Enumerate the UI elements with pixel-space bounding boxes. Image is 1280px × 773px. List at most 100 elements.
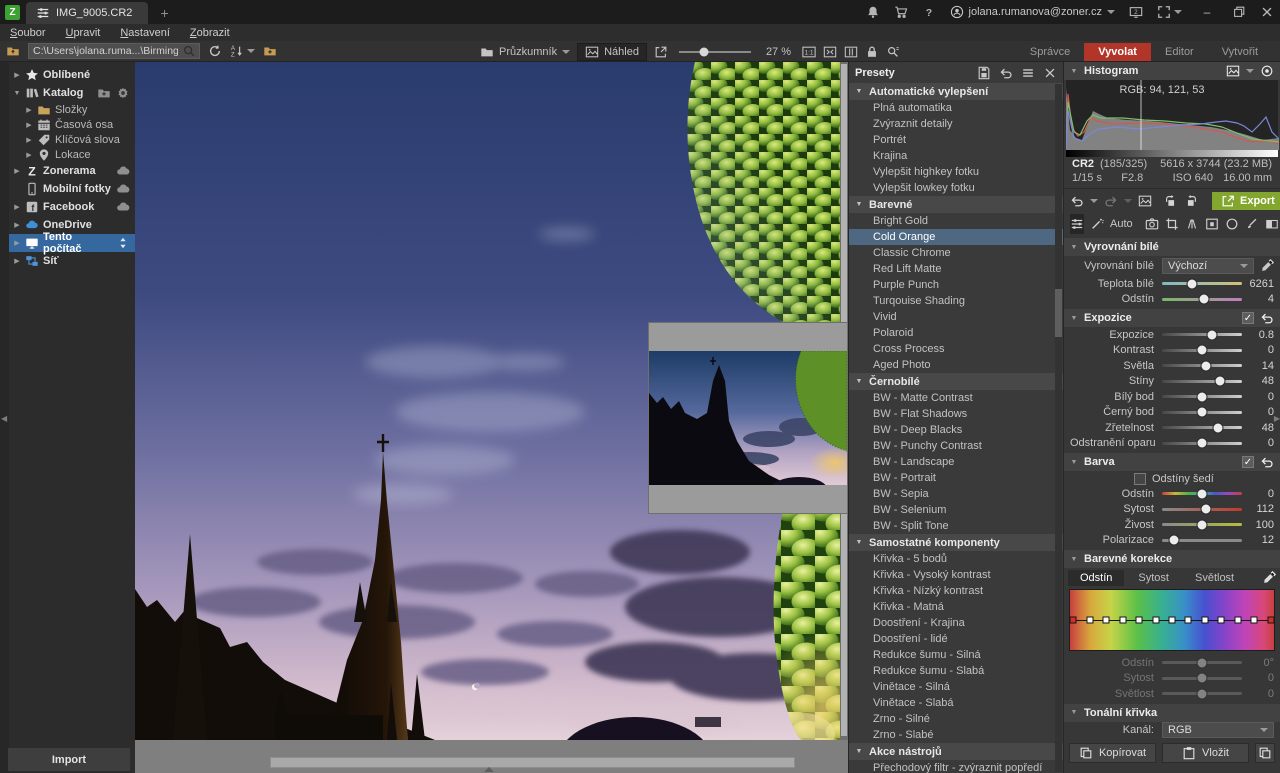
- cart-icon[interactable]: [894, 5, 908, 19]
- tool-radial-filter-icon[interactable]: [1225, 214, 1239, 234]
- redo-icon[interactable]: [1104, 194, 1118, 208]
- preset-item[interactable]: Zvýraznit detaily: [849, 116, 1063, 132]
- slider-thumb[interactable]: [1214, 376, 1225, 387]
- zoom-slider-thumb[interactable]: [700, 48, 709, 57]
- slider-thumb[interactable]: [1197, 407, 1208, 418]
- exposure-slider-track[interactable]: [1162, 380, 1242, 383]
- hue-handle[interactable]: [1185, 617, 1192, 624]
- hue-handle[interactable]: [1169, 617, 1176, 624]
- preset-section-header[interactable]: ▼Barevné: [849, 196, 1063, 213]
- exposure-header[interactable]: ▼ Expozice ✓: [1064, 309, 1280, 327]
- preset-item[interactable]: Vinětace - Slabá: [849, 695, 1063, 711]
- tool-basic-adjustments[interactable]: [1070, 214, 1084, 234]
- sidebar-item-mobilni-fotky[interactable]: Mobilní fotky: [9, 180, 135, 198]
- undo-icon[interactable]: [999, 66, 1013, 80]
- histogram-display-icon[interactable]: [1226, 64, 1240, 78]
- preset-item[interactable]: Křivka - Matná: [849, 599, 1063, 615]
- sidebar-item-katalog[interactable]: ▼Katalog: [9, 84, 135, 102]
- paste-settings-button[interactable]: Vložit: [1162, 743, 1249, 763]
- preset-section-header[interactable]: ▼Černobílé: [849, 373, 1063, 390]
- preset-item[interactable]: Aged Photo: [849, 357, 1063, 373]
- minimize-button[interactable]: –: [1196, 5, 1218, 19]
- path-input[interactable]: [29, 45, 182, 57]
- preset-item[interactable]: Krajina: [849, 148, 1063, 164]
- module-vyvolat[interactable]: Vyvolat: [1084, 43, 1151, 61]
- color-slider-track[interactable]: [1162, 492, 1242, 495]
- slider-thumb[interactable]: [1197, 657, 1208, 668]
- reset-icon[interactable]: [1260, 311, 1274, 325]
- module-správce[interactable]: Správce: [1016, 43, 1084, 61]
- filmstrip-expand-icon[interactable]: [484, 767, 494, 772]
- color-slider-track[interactable]: [1162, 508, 1242, 511]
- preset-item[interactable]: BW - Matte Contrast: [849, 390, 1063, 406]
- exposure-slider-track[interactable]: [1162, 395, 1242, 398]
- close-panel-icon[interactable]: [1043, 66, 1057, 80]
- slider-thumb[interactable]: [1197, 488, 1208, 499]
- expander-right-icon[interactable]: ▶: [25, 121, 33, 129]
- preset-item[interactable]: Purple Punch: [849, 277, 1063, 293]
- expander-right-icon[interactable]: ▶: [13, 167, 21, 175]
- slider-thumb[interactable]: [1169, 535, 1180, 546]
- hue-handle[interactable]: [1201, 617, 1208, 624]
- tool-straighten-icon[interactable]: [1185, 214, 1199, 234]
- cc-tab-svetlost[interactable]: Světlost: [1183, 570, 1246, 586]
- sidebar-item-lokace[interactable]: ▶Lokace: [9, 147, 135, 162]
- expander-right-icon[interactable]: ▶: [13, 203, 21, 211]
- hue-handle[interactable]: [1070, 617, 1077, 624]
- tool-brush-icon[interactable]: [1245, 214, 1259, 234]
- reset-icon[interactable]: [1260, 455, 1274, 469]
- document-tab[interactable]: IMG_9005.CR2: [26, 2, 148, 24]
- close-button[interactable]: [1260, 5, 1274, 19]
- sidebar-item-sit[interactable]: ▶Síť: [9, 252, 135, 270]
- tool-frame-icon[interactable]: [1205, 214, 1219, 234]
- cc-tab-odstin[interactable]: Odstín: [1068, 570, 1124, 586]
- fit-height-icon[interactable]: [844, 45, 858, 59]
- import-button[interactable]: Import: [8, 748, 130, 771]
- undo-icon[interactable]: [1070, 194, 1084, 208]
- preset-item[interactable]: Křivka - Vysoký kontrast: [849, 567, 1063, 583]
- preset-item[interactable]: BW - Split Tone: [849, 518, 1063, 534]
- exposure-enabled-checkbox[interactable]: ✓: [1242, 312, 1254, 324]
- sidebar-item-oblibene[interactable]: ▶Oblíbené: [9, 66, 135, 84]
- expander-right-icon[interactable]: ▶: [13, 221, 21, 229]
- menu-nastaveni[interactable]: Nastavení: [120, 27, 170, 39]
- color-slider-track[interactable]: [1162, 523, 1242, 526]
- expander-right-icon[interactable]: ▶: [13, 239, 21, 247]
- export-button[interactable]: Export: [1212, 192, 1280, 210]
- tool-auto-wand-icon[interactable]: [1090, 214, 1104, 234]
- sidebar-item-casova-osa[interactable]: ▶Časová osa: [9, 117, 135, 132]
- sidebar-item-klicova-slova[interactable]: ▶Klíčová slova: [9, 132, 135, 147]
- slider-thumb[interactable]: [1201, 504, 1212, 515]
- slider-thumb[interactable]: [1197, 438, 1208, 449]
- hue-handle[interactable]: [1136, 617, 1143, 624]
- menu-soubor[interactable]: Soubor: [10, 27, 45, 39]
- color-enabled-checkbox[interactable]: ✓: [1242, 456, 1254, 468]
- zoom-region-icon[interactable]: [886, 45, 900, 59]
- color-slider-track[interactable]: [1162, 539, 1242, 542]
- tool-camera-profile-icon[interactable]: [1145, 214, 1159, 234]
- slider-thumb[interactable]: [1197, 391, 1208, 402]
- lock-zoom-icon[interactable]: [865, 45, 879, 59]
- preset-item[interactable]: Bright Gold: [849, 213, 1063, 229]
- preset-item[interactable]: BW - Punchy Contrast: [849, 438, 1063, 454]
- preset-item[interactable]: Plná automatika: [849, 100, 1063, 116]
- exposure-slider-track[interactable]: [1162, 364, 1242, 367]
- folder-up-icon[interactable]: [6, 44, 20, 58]
- compare-view-icon[interactable]: [1138, 194, 1152, 208]
- preset-item[interactable]: Portrét: [849, 132, 1063, 148]
- slider-thumb[interactable]: [1197, 345, 1208, 356]
- preset-item[interactable]: Red Lift Matte: [849, 261, 1063, 277]
- expander-down-icon[interactable]: ▼: [13, 90, 21, 97]
- white-balance-eyedropper-icon[interactable]: [1260, 259, 1274, 273]
- preset-item[interactable]: Redukce šumu - Silná: [849, 647, 1063, 663]
- expander-right-icon[interactable]: ▶: [13, 71, 21, 79]
- hue-handle[interactable]: [1119, 617, 1126, 624]
- exposure-slider-track[interactable]: [1162, 442, 1242, 445]
- cc-eyedropper-icon[interactable]: [1262, 571, 1276, 585]
- menu-upravit[interactable]: Upravit: [65, 27, 100, 39]
- exposure-slider-track[interactable]: [1162, 411, 1242, 414]
- search-icon[interactable]: [182, 44, 196, 58]
- navigator-thumbnail[interactable]: [649, 351, 847, 485]
- preset-item[interactable]: BW - Sepia: [849, 486, 1063, 502]
- correction-slider-track[interactable]: [1162, 677, 1242, 680]
